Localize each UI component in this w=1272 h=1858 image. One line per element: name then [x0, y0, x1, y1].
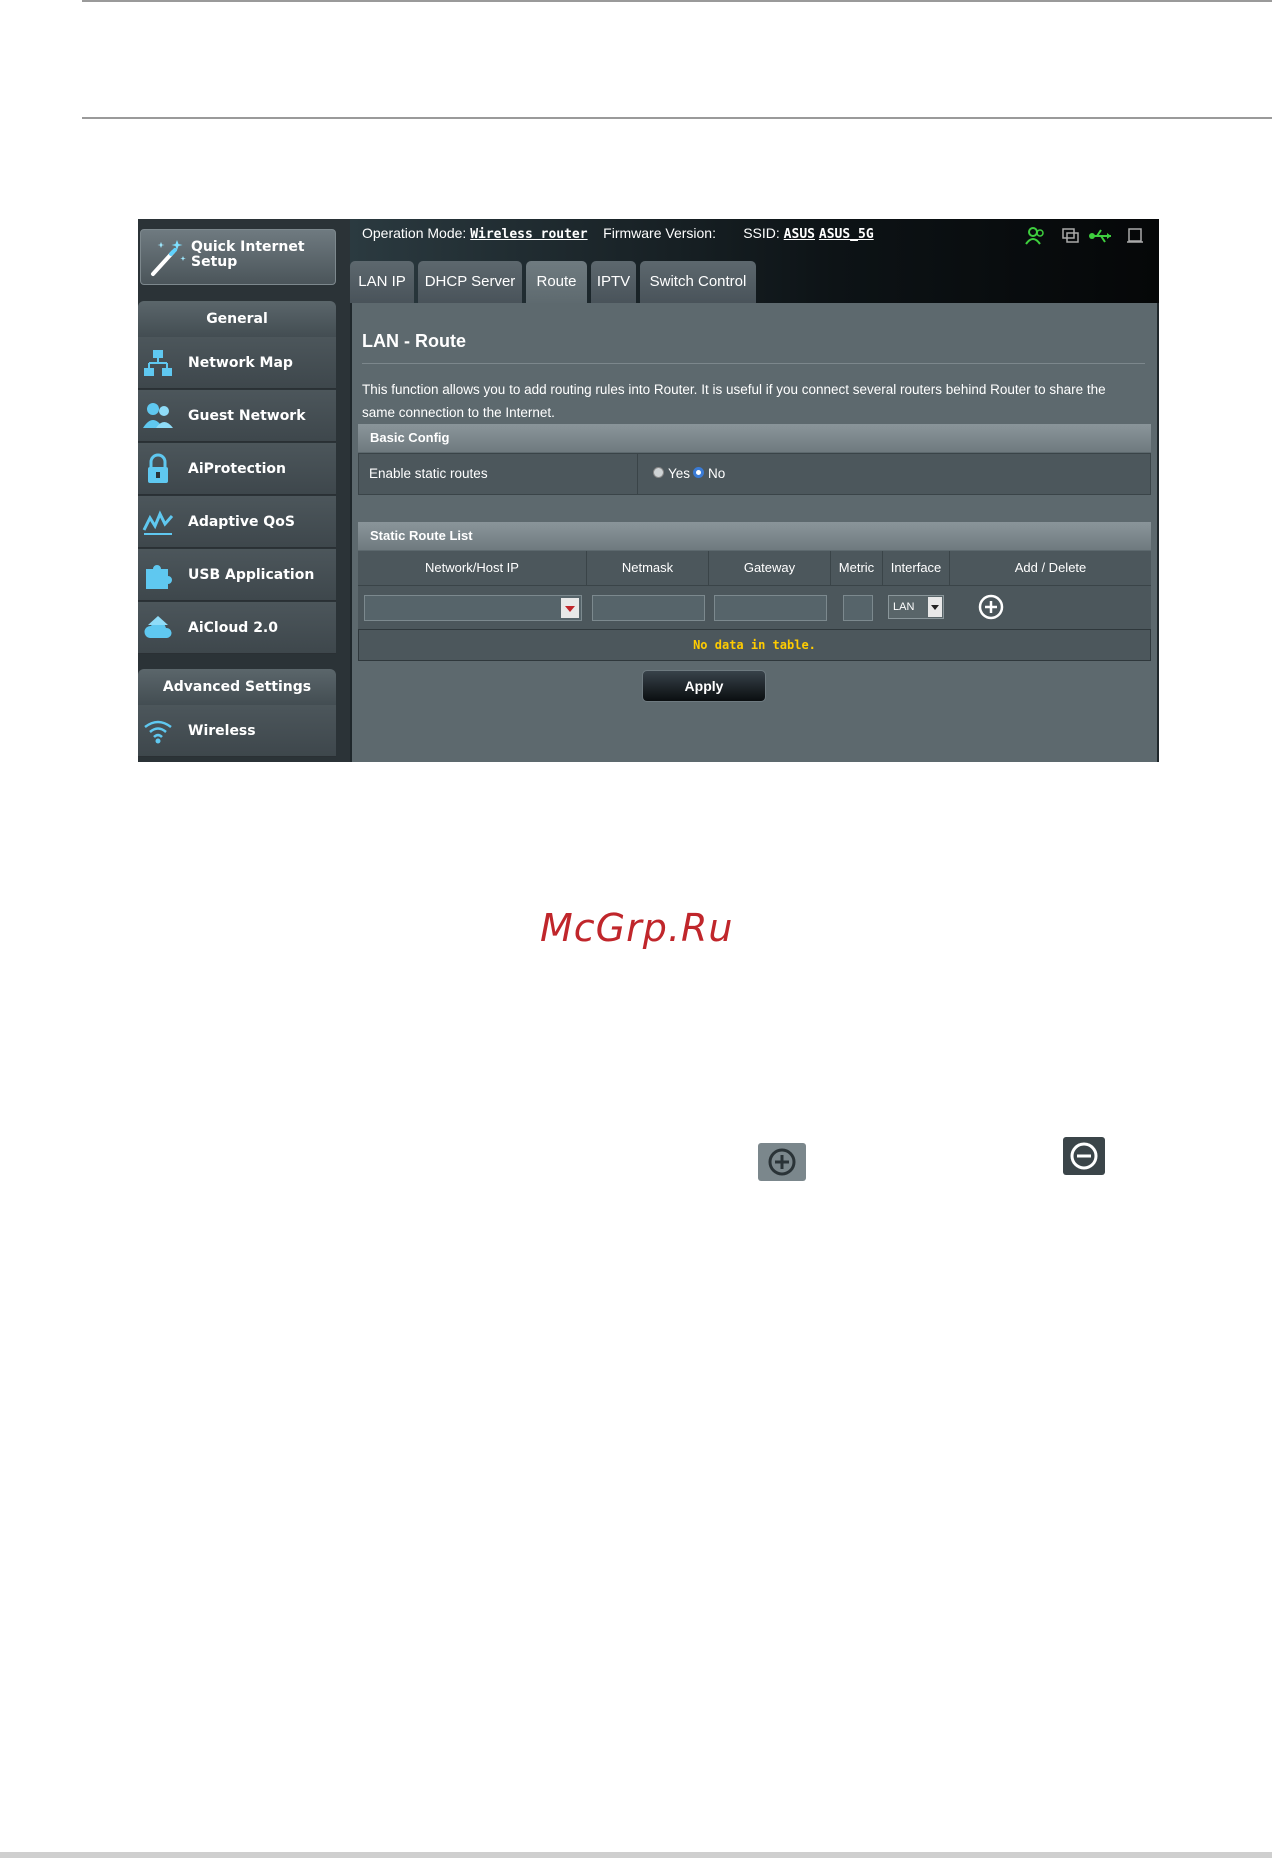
watermark: McGrp.Ru [540, 906, 734, 950]
page-bottom-band [0, 1852, 1272, 1858]
magic-wand-icon [151, 240, 186, 276]
tab-iptv[interactable]: IPTV [591, 261, 636, 303]
col-netmask: Netmask [587, 551, 709, 585]
basic-config-heading: Basic Config [358, 424, 1151, 452]
col-add-delete: Add / Delete [1014, 560, 1087, 575]
tab-switch-control[interactable]: Switch Control [640, 261, 756, 303]
tab-route[interactable]: Route [526, 261, 587, 303]
row-divider [637, 454, 638, 494]
col-interface: Interface [883, 551, 950, 585]
page-title: LAN - Route [362, 331, 466, 351]
static-route-list-heading: Static Route List [358, 522, 1151, 550]
page-description: This function allows you to add routing … [362, 382, 1106, 420]
sidebar-item-label: Adaptive QoS [188, 514, 295, 530]
puzzle-icon [146, 565, 172, 589]
table-header: Network/Host IP Netmask Gateway Metric I… [358, 551, 1151, 585]
clients-icon [1025, 227, 1044, 245]
col-network-host-ip: Network/Host IP [358, 551, 587, 585]
network-map-icon [144, 350, 172, 376]
add-route-button[interactable] [978, 594, 1004, 620]
enable-static-routes-label: Enable static routes [369, 466, 488, 481]
netmask-input[interactable] [592, 595, 705, 621]
sidebar-item-label: Wireless [188, 723, 256, 739]
sidebar: Quick Internet Setup General Network Map… [138, 219, 350, 762]
qos-chart-icon [142, 510, 174, 535]
sidebar-item-aiprotection[interactable]: AiProtection [138, 443, 336, 495]
sidebar-item-usb-application[interactable]: USB Application [138, 549, 336, 601]
network-host-ip-input[interactable] [364, 595, 582, 621]
gateway-input[interactable] [714, 595, 827, 621]
delete-icon [1063, 1137, 1105, 1175]
radio-yes[interactable] [653, 467, 664, 478]
table-row: LAN [358, 585, 1151, 629]
general-heading: General [138, 301, 336, 337]
quick-internet-setup-label: Quick Internet Setup [191, 239, 305, 270]
firmware-version-label: Firmware Version: [603, 225, 716, 241]
status-line: Operation Mode: Wireless router Firmware… [362, 225, 874, 242]
lock-icon [148, 453, 168, 483]
router-ui-screenshot: Quick Internet Setup General Network Map… [138, 219, 1159, 762]
printer-icon [1127, 228, 1143, 243]
sidebar-item-label: USB Application [188, 567, 315, 583]
sidebar-item-label: AiProtection [188, 461, 286, 477]
operation-mode-link[interactable]: Wireless router [470, 227, 587, 242]
chevron-down-icon [928, 597, 942, 617]
col-metric: Metric [831, 551, 883, 585]
status-icons [1025, 227, 1143, 245]
col-gateway: Gateway [709, 551, 831, 585]
sidebar-item-network-map[interactable]: Network Map [138, 337, 336, 389]
chevron-down-icon [565, 606, 575, 612]
cloud-icon [144, 616, 172, 638]
guest-network-icon [143, 403, 173, 428]
dual-screen-icon [1062, 228, 1079, 243]
tab-dhcp-server[interactable]: DHCP Server [418, 261, 522, 303]
network-host-ip-dropdown-button[interactable] [561, 598, 579, 618]
main-content: LAN - Route This function allows you to … [352, 303, 1157, 762]
apply-button[interactable]: Apply [642, 670, 766, 702]
enable-static-routes-row: Enable static routes Yes No [358, 453, 1151, 495]
sidebar-item-label: Guest Network [188, 408, 306, 424]
add-icon [758, 1143, 806, 1181]
radio-yes-label: Yes [668, 466, 691, 481]
radio-no-label: No [708, 466, 726, 481]
top-rule [82, 0, 1272, 2]
advanced-settings-heading: Advanced Settings [138, 669, 336, 705]
interface-value: LAN [893, 601, 915, 613]
top-bar: Operation Mode: Wireless router Firmware… [350, 219, 1159, 303]
quick-internet-setup-button[interactable]: Quick Internet Setup [140, 229, 336, 285]
ssid-label: SSID: [743, 225, 780, 241]
sidebar-item-guest-network[interactable]: Guest Network [138, 390, 336, 442]
wifi-icon [144, 720, 172, 744]
sidebar-item-aicloud[interactable]: AiCloud 2.0 [138, 602, 336, 654]
title-divider [362, 363, 1145, 364]
metric-input[interactable] [843, 595, 873, 621]
tab-lan-ip[interactable]: LAN IP [350, 261, 414, 303]
sidebar-item-label: Network Map [188, 355, 293, 371]
interface-select[interactable]: LAN [888, 595, 944, 619]
empty-table-message: No data in table. [358, 629, 1151, 661]
header-rule [82, 117, 1272, 119]
radio-no[interactable] [693, 467, 704, 478]
usb-icon [1089, 229, 1111, 243]
sidebar-item-label: AiCloud 2.0 [188, 620, 278, 636]
operation-mode-label: Operation Mode: [362, 225, 467, 241]
ssid-link-5ghz[interactable]: ASUS_5G [819, 227, 874, 242]
ssid-link-24ghz[interactable]: ASUS [784, 227, 815, 242]
sidebar-item-adaptive-qos[interactable]: Adaptive QoS [138, 496, 336, 548]
sidebar-item-wireless[interactable]: Wireless [138, 705, 336, 757]
